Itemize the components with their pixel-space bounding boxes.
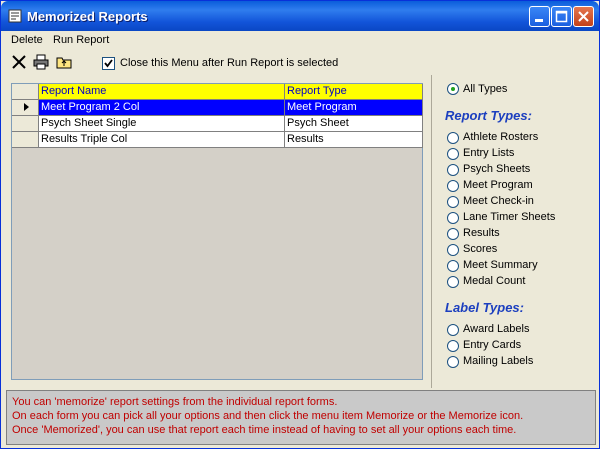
close-button[interactable]	[573, 6, 594, 27]
row-selector[interactable]	[12, 116, 39, 132]
report-type-label: Lane Timer Sheets	[463, 211, 556, 223]
row-header-corner	[12, 84, 39, 100]
close-icon	[578, 11, 589, 22]
toolbar: Close this Menu after Run Report is sele…	[3, 51, 597, 75]
report-type-label: Results	[463, 227, 500, 239]
label-type-label: Award Labels	[463, 323, 530, 335]
report-type-cell[interactable]: Meet Program	[285, 100, 423, 116]
radio-entry-lists[interactable]	[447, 148, 459, 160]
report-type-cell[interactable]: Psych Sheet	[285, 116, 423, 132]
radio-award-labels[interactable]	[447, 324, 459, 336]
close-menu-checkbox[interactable]	[102, 57, 115, 70]
delete-icon[interactable]	[11, 54, 27, 70]
radio-entry-cards[interactable]	[447, 340, 459, 352]
maximize-button[interactable]	[551, 6, 572, 27]
report-type-cell[interactable]: Results	[285, 132, 423, 148]
row-selector[interactable]	[12, 132, 39, 148]
row-selector[interactable]	[12, 100, 39, 116]
checkmark-icon	[104, 59, 113, 68]
memorized-reports-window: Memorized Reports Delete Run Report Clos…	[0, 0, 600, 449]
column-header-report-name[interactable]: Report Name	[39, 84, 285, 100]
radio-meet-summary[interactable]	[447, 260, 459, 272]
help-text-line: You can 'memorize' report settings from …	[12, 396, 338, 408]
report-type-label: Medal Count	[463, 275, 526, 287]
minimize-button[interactable]	[529, 6, 550, 27]
printer-icon[interactable]	[33, 54, 49, 70]
radio-results[interactable]	[447, 228, 459, 240]
report-type-label: Meet Check-in	[463, 195, 534, 207]
report-type-label: Athlete Rosters	[463, 131, 539, 143]
radio-mailing-labels[interactable]	[447, 356, 459, 368]
label-type-label: Entry Cards	[463, 339, 522, 351]
menu-run-report[interactable]: Run Report	[53, 34, 109, 46]
radio-scores[interactable]	[447, 244, 459, 256]
menu-delete[interactable]: Delete	[11, 34, 43, 46]
report-type-label: Meet Summary	[463, 259, 538, 271]
all-types-label: All Types	[463, 83, 508, 95]
report-type-label: Entry Lists	[463, 147, 515, 159]
label-types-heading: Label Types:	[445, 300, 524, 315]
report-type-label: Psych Sheets	[463, 163, 531, 175]
radio-all-types[interactable]	[447, 83, 459, 95]
help-info-panel: You can 'memorize' report settings from …	[6, 390, 596, 445]
minimize-icon	[535, 19, 543, 22]
radio-meet-program[interactable]	[447, 180, 459, 192]
help-text-line: On each form you can pick all your optio…	[12, 410, 524, 422]
help-text-line: Once 'Memorized', you can use that repor…	[12, 424, 517, 436]
radio-meet-check-in[interactable]	[447, 196, 459, 208]
app-icon	[8, 9, 22, 23]
report-name-cell[interactable]: Psych Sheet Single	[39, 116, 285, 132]
radio-medal-count[interactable]	[447, 276, 459, 288]
maximize-icon	[555, 10, 568, 23]
report-type-label: Meet Program	[463, 179, 533, 191]
report-name-cell[interactable]: Meet Program 2 Col	[39, 100, 285, 116]
report-types-heading: Report Types:	[445, 108, 532, 123]
title-bar[interactable]: Memorized Reports	[1, 1, 599, 31]
reports-grid[interactable]: Report Name Report Type Meet Program 2 C…	[11, 83, 423, 380]
radio-lane-timer-sheets[interactable]	[447, 212, 459, 224]
label-type-label: Mailing Labels	[463, 355, 534, 367]
report-type-label: Scores	[463, 243, 498, 255]
window-title: Memorized Reports	[27, 9, 148, 24]
column-header-report-type[interactable]: Report Type	[285, 84, 423, 100]
report-name-cell[interactable]: Results Triple Col	[39, 132, 285, 148]
current-row-arrow-icon	[24, 103, 29, 111]
close-menu-label: Close this Menu after Run Report is sele…	[120, 57, 339, 69]
radio-athlete-rosters[interactable]	[447, 132, 459, 144]
radio-psych-sheets[interactable]	[447, 164, 459, 176]
menu-bar: Delete Run Report	[3, 31, 597, 50]
folder-up-icon[interactable]	[56, 54, 72, 70]
